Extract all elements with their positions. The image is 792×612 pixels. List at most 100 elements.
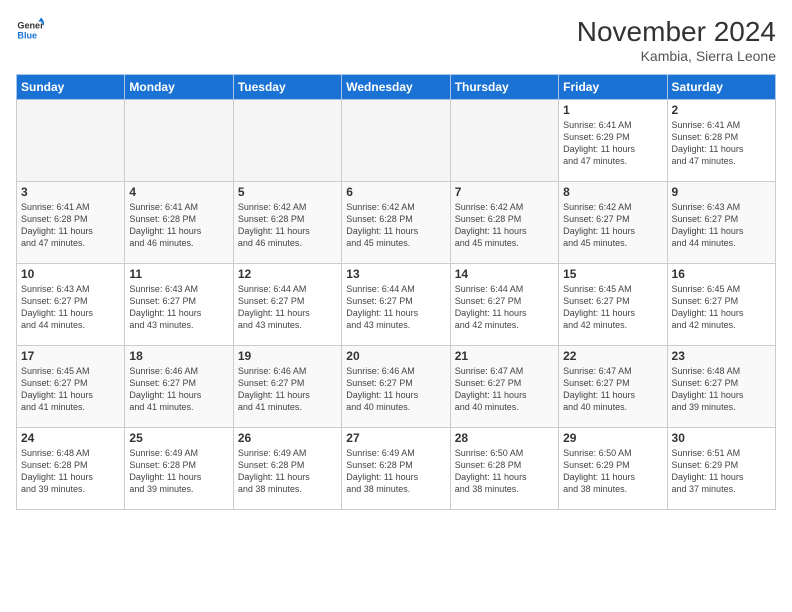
- day-info: Sunrise: 6:43 AM Sunset: 6:27 PM Dayligh…: [21, 283, 120, 332]
- day-info: Sunrise: 6:44 AM Sunset: 6:27 PM Dayligh…: [238, 283, 337, 332]
- day-number: 23: [672, 349, 771, 363]
- day-number: 17: [21, 349, 120, 363]
- day-number: 25: [129, 431, 228, 445]
- calendar-cell: 11 Sunrise: 6:43 AM Sunset: 6:27 PM Dayli…: [125, 264, 233, 346]
- day-number: 21: [455, 349, 554, 363]
- day-number: 28: [455, 431, 554, 445]
- calendar-cell: 30 Sunrise: 6:51 AM Sunset: 6:29 PM Dayli…: [667, 428, 775, 510]
- svg-text:Blue: Blue: [17, 30, 37, 40]
- day-info: Sunrise: 6:48 AM Sunset: 6:27 PM Dayligh…: [672, 365, 771, 414]
- calendar-cell: 6 Sunrise: 6:42 AM Sunset: 6:28 PM Daylig…: [342, 182, 450, 264]
- day-number: 20: [346, 349, 445, 363]
- day-info: Sunrise: 6:45 AM Sunset: 6:27 PM Dayligh…: [672, 283, 771, 332]
- calendar-week-3: 17 Sunrise: 6:45 AM Sunset: 6:27 PM Dayli…: [17, 346, 776, 428]
- day-number: 1: [563, 103, 662, 117]
- header: General Blue November 2024 Kambia, Sierr…: [16, 16, 776, 64]
- calendar-cell: 3 Sunrise: 6:41 AM Sunset: 6:28 PM Daylig…: [17, 182, 125, 264]
- calendar-cell: 7 Sunrise: 6:42 AM Sunset: 6:28 PM Daylig…: [450, 182, 558, 264]
- day-number: 18: [129, 349, 228, 363]
- day-number: 6: [346, 185, 445, 199]
- day-number: 26: [238, 431, 337, 445]
- calendar-cell: 4 Sunrise: 6:41 AM Sunset: 6:28 PM Daylig…: [125, 182, 233, 264]
- day-number: 7: [455, 185, 554, 199]
- day-number: 13: [346, 267, 445, 281]
- weekday-header-thursday: Thursday: [450, 75, 558, 100]
- calendar-cell: 25 Sunrise: 6:49 AM Sunset: 6:28 PM Dayli…: [125, 428, 233, 510]
- month-title: November 2024: [577, 16, 776, 48]
- day-number: 3: [21, 185, 120, 199]
- calendar-cell: 12 Sunrise: 6:44 AM Sunset: 6:27 PM Dayli…: [233, 264, 341, 346]
- day-number: 2: [672, 103, 771, 117]
- calendar-cell: 1 Sunrise: 6:41 AM Sunset: 6:29 PM Daylig…: [559, 100, 667, 182]
- day-info: Sunrise: 6:43 AM Sunset: 6:27 PM Dayligh…: [129, 283, 228, 332]
- logo: General Blue: [16, 16, 44, 44]
- weekday-header-wednesday: Wednesday: [342, 75, 450, 100]
- calendar: SundayMondayTuesdayWednesdayThursdayFrid…: [16, 74, 776, 510]
- day-info: Sunrise: 6:49 AM Sunset: 6:28 PM Dayligh…: [346, 447, 445, 496]
- day-info: Sunrise: 6:44 AM Sunset: 6:27 PM Dayligh…: [346, 283, 445, 332]
- weekday-header-monday: Monday: [125, 75, 233, 100]
- day-info: Sunrise: 6:43 AM Sunset: 6:27 PM Dayligh…: [672, 201, 771, 250]
- subtitle: Kambia, Sierra Leone: [577, 48, 776, 64]
- day-info: Sunrise: 6:41 AM Sunset: 6:28 PM Dayligh…: [21, 201, 120, 250]
- calendar-cell: [17, 100, 125, 182]
- weekday-header-tuesday: Tuesday: [233, 75, 341, 100]
- day-number: 30: [672, 431, 771, 445]
- calendar-cell: 24 Sunrise: 6:48 AM Sunset: 6:28 PM Dayli…: [17, 428, 125, 510]
- day-info: Sunrise: 6:47 AM Sunset: 6:27 PM Dayligh…: [563, 365, 662, 414]
- day-number: 24: [21, 431, 120, 445]
- calendar-cell: 19Sunrise: 6:46 AM Sunset: 6:27 PM Dayli…: [233, 346, 341, 428]
- day-info: Sunrise: 6:42 AM Sunset: 6:28 PM Dayligh…: [455, 201, 554, 250]
- calendar-cell: 20 Sunrise: 6:46 AM Sunset: 6:27 PM Dayli…: [342, 346, 450, 428]
- calendar-cell: 5Sunrise: 6:42 AM Sunset: 6:28 PM Daylig…: [233, 182, 341, 264]
- logo-icon: General Blue: [16, 16, 44, 44]
- day-info: Sunrise: 6:41 AM Sunset: 6:28 PM Dayligh…: [129, 201, 228, 250]
- calendar-cell: 23 Sunrise: 6:48 AM Sunset: 6:27 PM Dayli…: [667, 346, 775, 428]
- calendar-week-1: 3 Sunrise: 6:41 AM Sunset: 6:28 PM Daylig…: [17, 182, 776, 264]
- calendar-cell: 17 Sunrise: 6:45 AM Sunset: 6:27 PM Dayli…: [17, 346, 125, 428]
- calendar-cell: 27 Sunrise: 6:49 AM Sunset: 6:28 PM Dayli…: [342, 428, 450, 510]
- svg-text:General: General: [17, 21, 44, 31]
- day-number: 14: [455, 267, 554, 281]
- day-number: 5: [238, 185, 337, 199]
- calendar-cell: 8 Sunrise: 6:42 AM Sunset: 6:27 PM Daylig…: [559, 182, 667, 264]
- day-info: Sunrise: 6:51 AM Sunset: 6:29 PM Dayligh…: [672, 447, 771, 496]
- day-number: 19: [238, 349, 337, 363]
- calendar-cell: 13 Sunrise: 6:44 AM Sunset: 6:27 PM Dayli…: [342, 264, 450, 346]
- day-number: 8: [563, 185, 662, 199]
- calendar-week-4: 24 Sunrise: 6:48 AM Sunset: 6:28 PM Dayli…: [17, 428, 776, 510]
- calendar-cell: 28 Sunrise: 6:50 AM Sunset: 6:28 PM Dayli…: [450, 428, 558, 510]
- calendar-cell: 9Sunrise: 6:43 AM Sunset: 6:27 PM Daylig…: [667, 182, 775, 264]
- calendar-cell: [450, 100, 558, 182]
- calendar-cell: [233, 100, 341, 182]
- day-info: Sunrise: 6:44 AM Sunset: 6:27 PM Dayligh…: [455, 283, 554, 332]
- weekday-header-saturday: Saturday: [667, 75, 775, 100]
- day-info: Sunrise: 6:42 AM Sunset: 6:28 PM Dayligh…: [346, 201, 445, 250]
- day-info: Sunrise: 6:48 AM Sunset: 6:28 PM Dayligh…: [21, 447, 120, 496]
- day-info: Sunrise: 6:49 AM Sunset: 6:28 PM Dayligh…: [129, 447, 228, 496]
- calendar-cell: [125, 100, 233, 182]
- day-info: Sunrise: 6:41 AM Sunset: 6:28 PM Dayligh…: [672, 119, 771, 168]
- calendar-cell: 21Sunrise: 6:47 AM Sunset: 6:27 PM Dayli…: [450, 346, 558, 428]
- calendar-cell: 22Sunrise: 6:47 AM Sunset: 6:27 PM Dayli…: [559, 346, 667, 428]
- calendar-cell: 16 Sunrise: 6:45 AM Sunset: 6:27 PM Dayli…: [667, 264, 775, 346]
- day-info: Sunrise: 6:49 AM Sunset: 6:28 PM Dayligh…: [238, 447, 337, 496]
- day-info: Sunrise: 6:41 AM Sunset: 6:29 PM Dayligh…: [563, 119, 662, 168]
- day-info: Sunrise: 6:50 AM Sunset: 6:29 PM Dayligh…: [563, 447, 662, 496]
- day-info: Sunrise: 6:45 AM Sunset: 6:27 PM Dayligh…: [21, 365, 120, 414]
- calendar-cell: [342, 100, 450, 182]
- calendar-cell: 26 Sunrise: 6:49 AM Sunset: 6:28 PM Dayli…: [233, 428, 341, 510]
- day-number: 4: [129, 185, 228, 199]
- day-number: 15: [563, 267, 662, 281]
- day-info: Sunrise: 6:50 AM Sunset: 6:28 PM Dayligh…: [455, 447, 554, 496]
- day-number: 16: [672, 267, 771, 281]
- day-info: Sunrise: 6:46 AM Sunset: 6:27 PM Dayligh…: [346, 365, 445, 414]
- day-number: 27: [346, 431, 445, 445]
- day-number: 12: [238, 267, 337, 281]
- day-number: 10: [21, 267, 120, 281]
- day-info: Sunrise: 6:42 AM Sunset: 6:27 PM Dayligh…: [563, 201, 662, 250]
- calendar-week-2: 10 Sunrise: 6:43 AM Sunset: 6:27 PM Dayli…: [17, 264, 776, 346]
- calendar-cell: 29Sunrise: 6:50 AM Sunset: 6:29 PM Dayli…: [559, 428, 667, 510]
- day-number: 11: [129, 267, 228, 281]
- weekday-header-sunday: Sunday: [17, 75, 125, 100]
